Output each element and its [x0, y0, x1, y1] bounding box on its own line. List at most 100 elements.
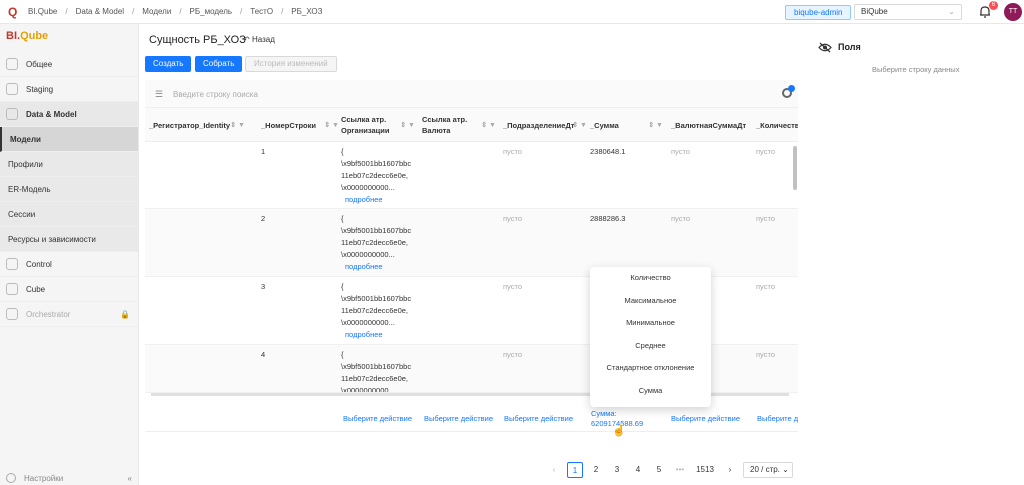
undo-icon: ↶	[243, 35, 250, 44]
settings-badge	[788, 85, 795, 92]
org-line: {	[341, 350, 344, 359]
sort-filter-icon[interactable]: ⇕ ▼	[400, 121, 415, 129]
page-size-select[interactable]: 20 / стр. ⌄	[743, 462, 793, 478]
settings-link[interactable]: Настройки	[24, 474, 63, 483]
sort-filter-icon[interactable]: ⇕ ▼	[572, 121, 587, 129]
sidebar-item-label: Orchestrator	[26, 309, 71, 319]
column-header[interactable]: _Регистратор_Identity ⇕ ▼	[149, 108, 245, 142]
page-3[interactable]: 3	[609, 462, 625, 478]
org-line: \x0000000000...	[341, 386, 395, 393]
empty-cell: пусто	[503, 147, 522, 156]
user-tag[interactable]: biqube-admin	[785, 5, 852, 20]
org-ref-cell: { \x9bf5001bb1607bbc 11eb07c2decc6e0e, \…	[341, 146, 411, 206]
collapse-sidebar-icon[interactable]: «	[128, 474, 132, 483]
page-last[interactable]: 1513	[693, 462, 717, 478]
page-ellipsis[interactable]: •••	[672, 462, 688, 478]
sidebar: BI.Qube Общее Staging Data & Model Модел…	[0, 24, 139, 485]
sort-filter-icon[interactable]: ⇕ ▼	[324, 121, 339, 129]
sidebar-item-er-model[interactable]: ER-Модель	[0, 177, 138, 202]
hand-cursor-icon: ☝	[612, 425, 626, 437]
breadcrumb-item[interactable]: Модели	[142, 7, 171, 16]
column-header[interactable]: _Сумма ⇕ ▼	[590, 108, 663, 142]
sidebar-item-sessions[interactable]: Сессии	[0, 202, 138, 227]
sidebar-item-cube[interactable]: Cube	[0, 277, 138, 302]
org-line: \x0000000000...	[341, 318, 395, 327]
org-line: \x0000000000...	[341, 183, 395, 192]
column-header[interactable]: Ссылка атр. Организации ⇕ ▼	[341, 108, 415, 142]
eye-off-icon[interactable]	[818, 42, 832, 53]
main-content: Сущность РБ_ХОЗ ↶ Назад Создать Собрать …	[139, 24, 804, 485]
page-title: Сущность РБ_ХОЗ	[149, 34, 246, 46]
breadcrumb-item[interactable]: ТестО	[250, 7, 273, 16]
column-title: _Сумма	[590, 120, 619, 130]
create-button[interactable]: Создать	[145, 56, 192, 72]
fields-hint: Выберите строку данных	[872, 65, 960, 74]
column-header[interactable]: Ссылка атр. Валюта ⇕ ▼	[422, 108, 496, 142]
build-button[interactable]: Собрать	[195, 56, 243, 72]
cube-icon	[6, 283, 18, 295]
column-title: Ссылка атр. Организации	[341, 115, 390, 135]
fields-title: Поля	[838, 42, 861, 52]
column-header[interactable]: _Количество	[756, 108, 798, 142]
page-2[interactable]: 2	[588, 462, 604, 478]
page-5[interactable]: 5	[651, 462, 667, 478]
page-4[interactable]: 4	[630, 462, 646, 478]
filter-lines-icon[interactable]: ☰	[155, 89, 163, 100]
sort-filter-icon[interactable]: ⇕ ▼	[648, 121, 663, 129]
sidebar-item-staging[interactable]: Staging	[0, 77, 138, 102]
sort-filter-icon[interactable]: ⇕ ▼	[481, 121, 496, 129]
column-header[interactable]: _НомерСтроки ⇕ ▼	[261, 108, 339, 142]
menu-item-min[interactable]: Минимальное	[590, 312, 711, 335]
sidebar-item-data-model[interactable]: Data & Model	[0, 102, 138, 127]
action-select[interactable]: Выберите действие	[343, 414, 412, 423]
org-ref-cell: { \x9bf5001bb1607bbc 11eb07c2decc6e0e, \…	[341, 213, 411, 273]
sidebar-item-label: ER-Модель	[8, 184, 51, 194]
menu-item-count[interactable]: Количество	[590, 267, 711, 290]
settings-icon	[6, 473, 16, 483]
next-page-icon[interactable]: ›	[722, 462, 738, 478]
sidebar-item-general[interactable]: Общее	[0, 52, 138, 77]
action-select[interactable]: Выберите действие	[424, 414, 493, 423]
menu-item-avg[interactable]: Среднее	[590, 335, 711, 358]
table-row[interactable]: 1 { \x9bf5001bb1607bbc 11eb07c2decc6e0e,…	[145, 142, 798, 209]
workspace-select[interactable]: BiQube ⌄	[854, 4, 962, 20]
action-select[interactable]: Выберите действие	[671, 414, 740, 423]
details-link[interactable]: подробнее	[341, 194, 411, 206]
sidebar-item-profiles[interactable]: Профили	[0, 152, 138, 177]
details-link[interactable]: подробнее	[341, 261, 411, 273]
details-link[interactable]: подробнее	[341, 329, 411, 341]
action-select[interactable]: Выберите действие	[504, 414, 573, 423]
search-input[interactable]: Введите строку поиска	[173, 90, 258, 99]
back-button[interactable]: ↶ Назад	[243, 35, 275, 44]
menu-item-max[interactable]: Максимальное	[590, 290, 711, 313]
sidebar-item-label: Control	[26, 259, 52, 269]
org-line: \x9bf5001bb1607bbc	[341, 362, 412, 371]
row-number: 2	[261, 214, 266, 223]
orchestrator-icon	[6, 308, 18, 320]
menu-item-stddev[interactable]: Стандартное отклонение	[590, 357, 711, 380]
avatar[interactable]: TT	[1004, 3, 1022, 21]
sort-filter-icon[interactable]: ⇕ ▼	[230, 121, 245, 129]
app-logo-icon[interactable]: Q	[8, 6, 20, 18]
sidebar-item-models[interactable]: Модели	[0, 127, 138, 152]
breadcrumb-item[interactable]: BI.Qube	[28, 7, 57, 16]
action-select[interactable]: Выберите действие	[757, 414, 798, 423]
sidebar-footer: Настройки «	[6, 473, 132, 483]
column-title: _Регистратор_Identity	[149, 120, 231, 130]
breadcrumb-item[interactable]: Data & Model	[76, 7, 124, 16]
sidebar-item-label: Модели	[10, 134, 41, 144]
sidebar-item-resources[interactable]: Ресурсы и зависимости	[0, 227, 138, 252]
brand-logo: BI.Qube	[0, 24, 138, 52]
sidebar-item-control[interactable]: Control	[0, 252, 138, 277]
empty-cell: пусто	[503, 350, 522, 359]
column-header[interactable]: _ПодразделениеДт ⇕ ▼	[503, 108, 587, 142]
menu-item-sum[interactable]: Сумма	[590, 380, 711, 403]
column-header[interactable]: _ВалютнаяСуммаДт	[671, 108, 751, 142]
workspace-value: BiQube	[861, 7, 888, 16]
empty-cell: пусто	[756, 282, 775, 291]
row-number: 4	[261, 350, 266, 359]
vertical-scrollbar[interactable]	[793, 146, 797, 190]
page-1[interactable]: 1	[567, 462, 583, 478]
breadcrumb-item[interactable]: РБ_модель	[190, 7, 233, 16]
org-line: 11eb07c2decc6e0e,	[341, 238, 409, 247]
